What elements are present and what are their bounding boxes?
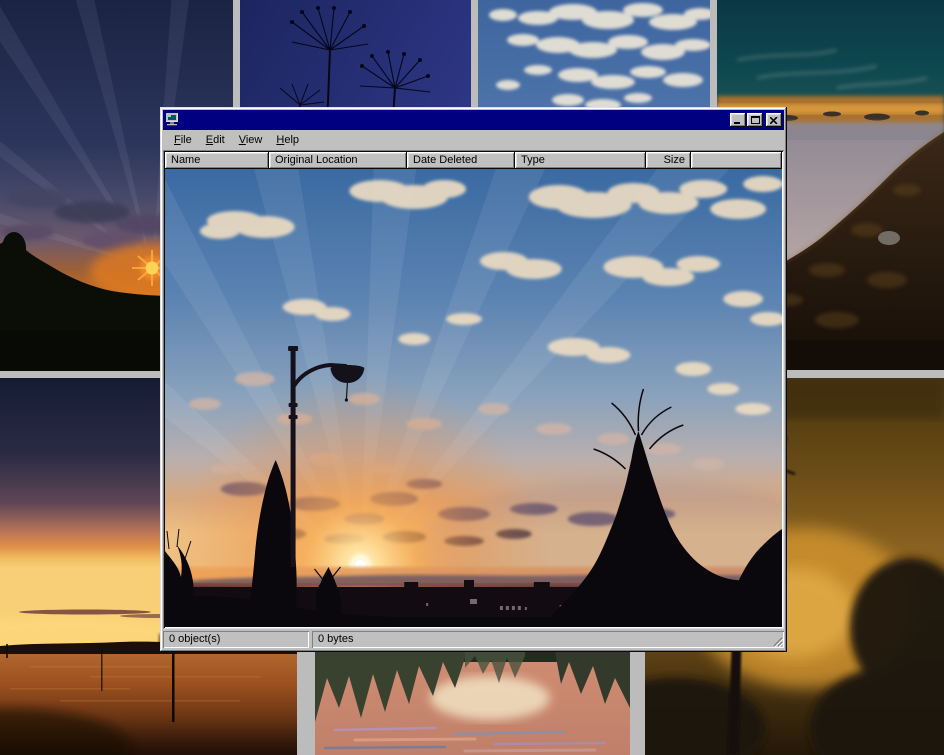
column-header-filler xyxy=(691,152,782,169)
minimize-icon xyxy=(734,117,742,124)
status-size-text: 0 bytes xyxy=(318,633,353,645)
sunset-streetlamp-photo xyxy=(165,169,782,627)
close-icon xyxy=(770,117,778,124)
titlebar[interactable] xyxy=(163,110,784,130)
column-header-size[interactable]: Size xyxy=(646,152,691,169)
statusbar: 0 object(s) 0 bytes xyxy=(163,631,784,649)
menu-edit[interactable]: Edit xyxy=(199,132,232,148)
column-header-date-deleted[interactable]: Date Deleted xyxy=(407,152,515,169)
status-object-count: 0 object(s) xyxy=(163,631,309,648)
resize-grip[interactable] xyxy=(771,635,783,647)
menu-help[interactable]: Help xyxy=(269,132,306,148)
computer-icon[interactable] xyxy=(165,113,181,127)
close-button[interactable] xyxy=(766,113,782,127)
menu-file[interactable]: File xyxy=(167,132,199,148)
maximize-button[interactable] xyxy=(747,113,763,127)
status-size: 0 bytes xyxy=(312,631,784,648)
minimize-button[interactable] xyxy=(730,113,746,127)
list-view: Name Original Location Date Deleted Type… xyxy=(163,150,784,629)
desktop-wallpaper: File Edit View Help Name Original Locati… xyxy=(0,0,944,755)
menu-view[interactable]: View xyxy=(232,132,270,148)
menubar: File Edit View Help xyxy=(163,130,784,150)
column-header-row: Name Original Location Date Deleted Type… xyxy=(165,152,782,169)
column-header-type[interactable]: Type xyxy=(515,152,646,169)
column-header-original-location[interactable]: Original Location xyxy=(269,152,407,169)
recycle-bin-window: File Edit View Help Name Original Locati… xyxy=(160,107,787,652)
column-header-name[interactable]: Name xyxy=(165,152,269,169)
maximize-icon xyxy=(751,116,760,124)
file-list-area[interactable] xyxy=(165,169,782,627)
